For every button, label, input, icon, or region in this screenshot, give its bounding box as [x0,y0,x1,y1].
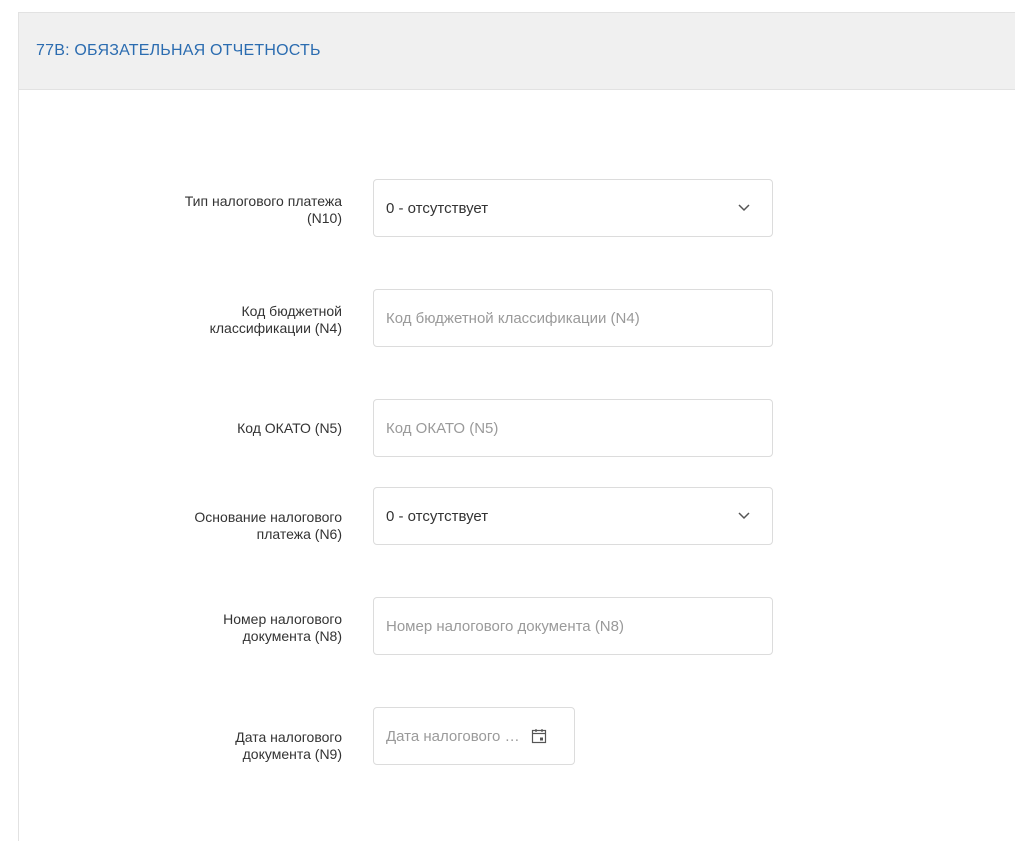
tax-payment-type-label: Тип налогового платежа (N10) [184,193,342,226]
tax-payment-basis-select[interactable]: 0 - отсутствует [373,487,773,545]
okato-code-input[interactable] [386,400,772,456]
tax-document-number-input[interactable] [386,598,772,654]
calendar-icon[interactable] [529,726,549,746]
tax-document-date-input[interactable] [386,708,521,764]
budget-code-field[interactable] [373,289,773,347]
okato-code-field[interactable] [373,399,773,457]
tax-document-date-field[interactable] [373,707,575,765]
chevron-down-icon [734,506,754,526]
tax-document-date-label: Дата налогового документа (N9) [235,729,342,762]
panel-header: 77В: ОБЯЗАТЕЛЬНАЯ ОТЧЕТНОСТЬ [19,13,1015,90]
mandatory-reporting-panel: 77В: ОБЯЗАТЕЛЬНАЯ ОТЧЕТНОСТЬ Тип налогов… [18,12,1015,841]
chevron-down-icon [734,198,754,218]
okato-code-label: Код ОКАТО (N5) [237,420,342,436]
tax-payment-basis-label: Основание налогового платежа (N6) [194,509,342,542]
tax-document-number-label: Номер налогового документа (N8) [223,611,342,644]
tax-document-number-field[interactable] [373,597,773,655]
tax-payment-basis-value: 0 - отсутствует [386,507,489,525]
budget-code-label: Код бюджетной классификации (N4) [209,303,342,336]
tax-payment-type-value: 0 - отсутствует [386,199,489,217]
tax-payment-type-select[interactable]: 0 - отсутствует [373,179,773,237]
panel-title: 77В: ОБЯЗАТЕЛЬНАЯ ОТЧЕТНОСТЬ [36,42,321,59]
budget-code-input[interactable] [386,290,772,346]
